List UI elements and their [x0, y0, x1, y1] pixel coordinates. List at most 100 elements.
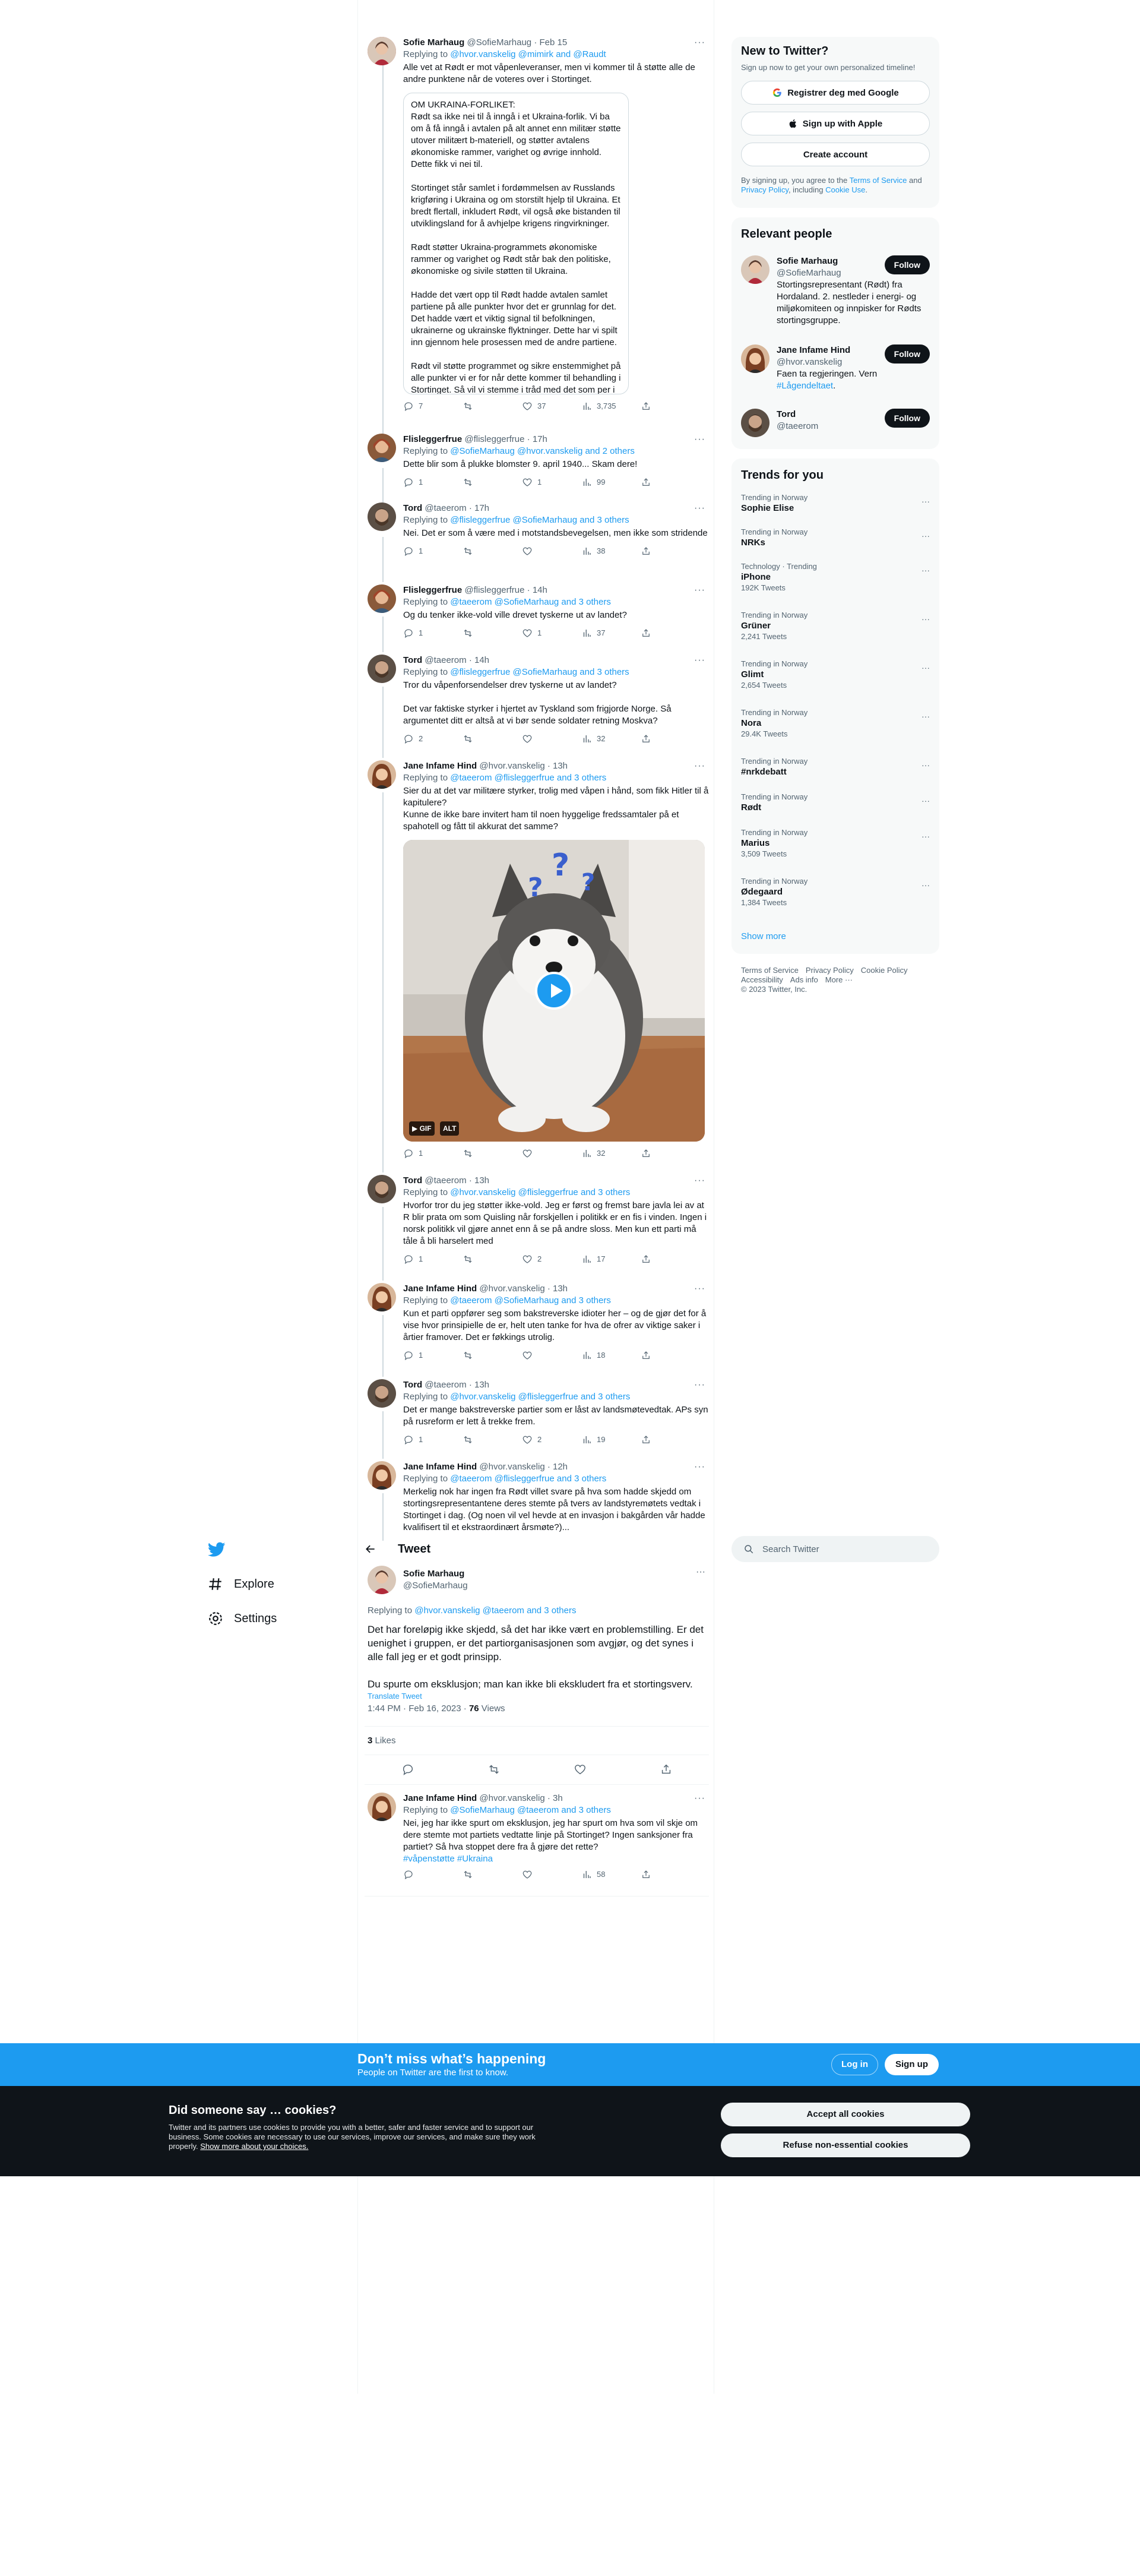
reply-button[interactable]: 1 [403, 1349, 463, 1361]
trend-item[interactable]: Trending in Norway Glimt 2,654 Tweets ··· [741, 659, 930, 690]
tweet[interactable]: ··· Jane Infame Hind @hvor.vanskelig · 1… [365, 1283, 709, 1361]
trend-item[interactable]: Trending in Norway Rødt ··· [741, 792, 930, 814]
avatar[interactable] [368, 1566, 396, 1594]
retweet-button[interactable] [463, 1350, 522, 1361]
tweet[interactable]: ··· Flisleggerfrue @flisleggerfrue · 14h… [365, 584, 709, 639]
avatar[interactable] [741, 409, 770, 437]
reply-mentions[interactable]: @hvor.vanskelig @flisleggerfrue and 3 ot… [450, 1392, 630, 1402]
google-signup-button[interactable]: Registrer deg med Google [741, 81, 930, 105]
more-icon[interactable]: ··· [694, 584, 705, 596]
author-handle[interactable]: @taeerom [425, 1380, 466, 1390]
tweet-timestamp[interactable]: 1:44 PM · Feb 16, 2023 · 76 Views [368, 1703, 505, 1714]
retweet-button[interactable] [463, 401, 522, 412]
author-handle[interactable]: @SofieMarhaug [403, 1580, 468, 1592]
author-name[interactable]: Tord [403, 1175, 422, 1186]
author-handle[interactable]: @taeerom [425, 655, 466, 665]
share-button[interactable] [641, 734, 700, 744]
like-button[interactable]: 2 [522, 1434, 581, 1446]
nav-settings[interactable]: Settings [208, 1611, 277, 1626]
likes-count[interactable]: 3 Likes [368, 1736, 396, 1746]
views-button[interactable]: 99 [581, 476, 641, 488]
reply-mentions[interactable]: @taeerom @SofieMarhaug and 3 others [450, 1295, 611, 1306]
more-icon[interactable]: ··· [922, 565, 930, 575]
tweet-time[interactable]: 13h [474, 1380, 489, 1390]
tweet-time[interactable]: 13h [553, 761, 568, 771]
tweet[interactable]: ··· Tord @taeerom · 13h Replying to @hvo… [365, 1175, 709, 1265]
trend-item[interactable]: Trending in Norway Nora 29.4K Tweets ··· [741, 708, 930, 739]
more-icon[interactable]: ··· [922, 614, 930, 624]
author-handle[interactable]: @flisleggerfrue [464, 585, 524, 595]
views-button[interactable]: 58 [581, 1869, 641, 1880]
more-icon[interactable]: ··· [696, 1567, 705, 1578]
more-icon[interactable]: ··· [694, 502, 705, 514]
reply-button[interactable]: 1 [403, 1253, 463, 1265]
more-icon[interactable]: ··· [922, 832, 930, 841]
signup-button[interactable]: Sign up [885, 2054, 939, 2075]
like-button[interactable]: 1 [522, 627, 581, 639]
author-name[interactable]: Sofie Marhaug [403, 1568, 468, 1580]
share-button[interactable] [641, 477, 700, 488]
like-button[interactable]: 37 [522, 400, 581, 412]
reply-mentions[interactable]: @hvor.vanskelig @mimirk and @Raudt [450, 49, 606, 59]
terms-link[interactable]: Terms of Service [850, 176, 907, 185]
reply-button[interactable]: 1 [403, 1148, 463, 1159]
retweet-button[interactable] [463, 628, 522, 639]
person-name[interactable]: Jane Infame Hind [777, 344, 878, 356]
tweet[interactable]: ··· Jane Infame Hind @hvor.vanskelig · 3… [365, 1793, 709, 1880]
views-button[interactable]: 37 [581, 627, 641, 639]
author-handle[interactable]: @SofieMarhaug [467, 37, 532, 48]
author-handle[interactable]: @hvor.vanskelig [479, 1284, 544, 1294]
avatar[interactable] [368, 1461, 396, 1490]
avatar[interactable] [368, 502, 396, 531]
quoted-text-image[interactable]: OM UKRAINA-FORLIKET: Rødt sa ikke nei ti… [403, 93, 629, 394]
more-icon[interactable]: ··· [694, 1283, 705, 1295]
tweet-time[interactable]: 12h [553, 1462, 568, 1472]
apple-signup-button[interactable]: Sign up with Apple [741, 112, 930, 135]
author-name[interactable]: Tord [403, 655, 422, 665]
reply-icon[interactable] [401, 1763, 414, 1776]
reply-mentions[interactable]: @taeerom @flisleggerfrue and 3 others [450, 1474, 606, 1484]
views-button[interactable]: 3,735 [581, 400, 641, 412]
person-handle[interactable]: @hvor.vanskelig [777, 356, 878, 368]
views-button[interactable]: 32 [581, 733, 641, 745]
translate-tweet-link[interactable]: Translate Tweet [368, 1691, 706, 1702]
refuse-cookies-button[interactable]: Refuse non-essential cookies [721, 2134, 970, 2157]
footer-link[interactable]: Privacy Policy [806, 966, 854, 975]
like-button[interactable] [522, 1350, 581, 1361]
footer-link[interactable]: Accessibility [741, 975, 783, 985]
more-icon[interactable]: ··· [694, 1379, 705, 1391]
tweet-time[interactable]: 14h [533, 585, 547, 595]
reply-button[interactable]: 1 [403, 1434, 463, 1446]
bio-hashtag[interactable]: #Lågendeltaet [777, 381, 833, 391]
author-name[interactable]: Jane Infame Hind [403, 1462, 477, 1472]
share-button[interactable] [641, 546, 700, 557]
like-button[interactable]: 2 [522, 1253, 581, 1265]
share-button[interactable] [641, 1869, 700, 1880]
reply-mentions[interactable]: @taeerom @flisleggerfrue and 3 others [450, 773, 606, 783]
author-name[interactable]: Tord [403, 503, 422, 513]
trend-item[interactable]: Trending in Norway Sophie Elise ··· [741, 493, 930, 514]
trend-item[interactable]: Trending in Norway Grüner 2,241 Tweets ··· [741, 611, 930, 641]
retweet-icon[interactable] [487, 1763, 501, 1776]
more-icon[interactable]: ··· [922, 663, 930, 672]
more-icon[interactable]: ··· [922, 796, 930, 805]
person-name[interactable]: Tord [777, 409, 878, 421]
footer-link[interactable]: Terms of Service [741, 966, 799, 975]
avatar[interactable] [741, 255, 770, 284]
reply-mentions[interactable]: @flisleggerfrue @SofieMarhaug and 3 othe… [450, 515, 629, 525]
tweet-time[interactable]: 13h [474, 1175, 489, 1186]
avatar[interactable] [368, 37, 396, 65]
reply-button[interactable]: 7 [403, 400, 463, 412]
views-button[interactable]: 38 [581, 545, 641, 557]
tweet-time[interactable]: 17h [474, 503, 489, 513]
author-name[interactable]: Jane Infame Hind [403, 1284, 477, 1294]
share-button[interactable] [641, 628, 700, 639]
privacy-link[interactable]: Privacy Policy [741, 185, 788, 194]
accept-cookies-button[interactable]: Accept all cookies [721, 2103, 970, 2126]
more-icon[interactable]: ··· [694, 1461, 705, 1473]
cookie-use-link[interactable]: Cookie Use [825, 185, 865, 194]
author-name[interactable]: Sofie Marhaug [403, 37, 464, 48]
tweet[interactable]: ··· Tord @taeerom · 13h Replying to @hvo… [365, 1379, 709, 1446]
trend-item[interactable]: Trending in Norway NRKs ··· [741, 527, 930, 549]
share-icon[interactable] [660, 1763, 673, 1776]
